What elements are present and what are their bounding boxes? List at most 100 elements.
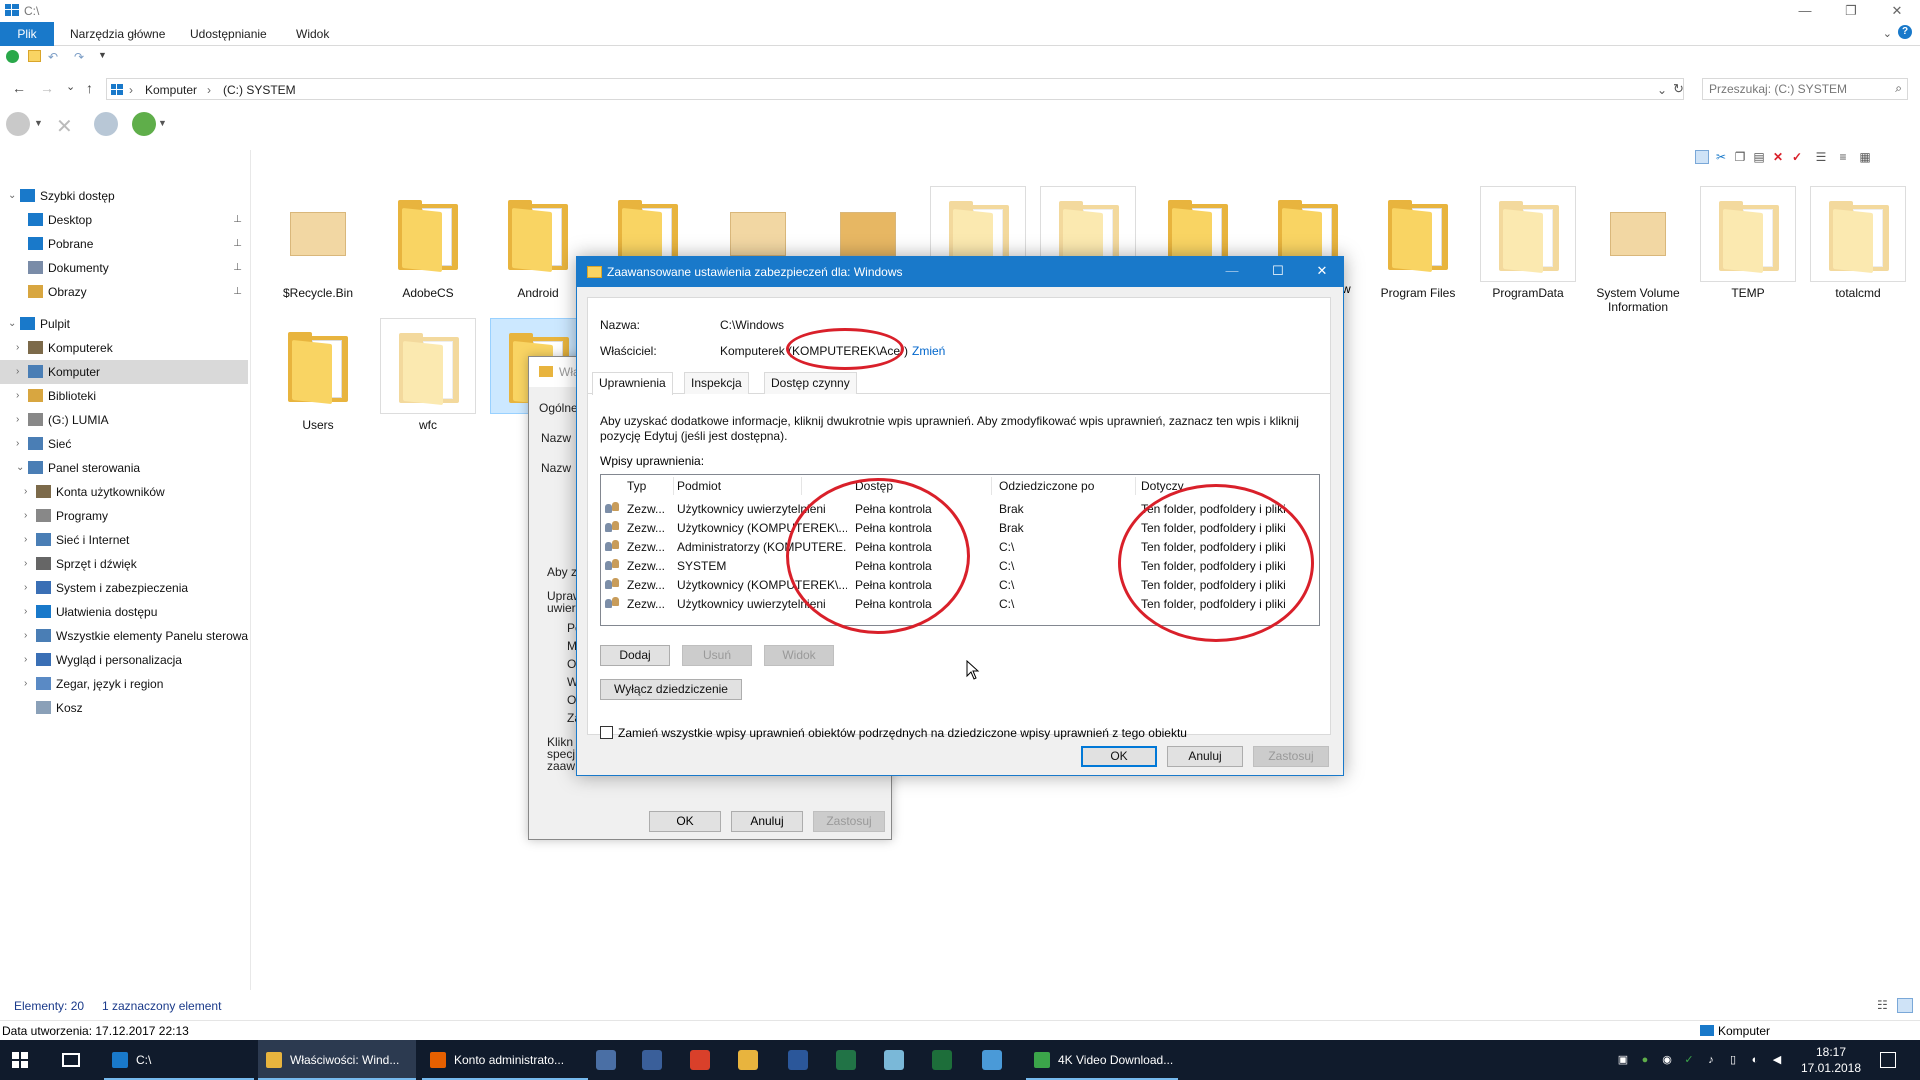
tray-icon[interactable]: ◐	[1748, 1053, 1762, 1067]
expand-chevron-icon[interactable]: ›	[16, 384, 19, 408]
taskbar-task-3[interactable]: 4K Video Download...	[1026, 1040, 1178, 1080]
details-view-icon[interactable]: ☷	[1877, 998, 1891, 1012]
column-separator[interactable]	[991, 477, 992, 495]
column-separator[interactable]	[1135, 477, 1136, 495]
excel-icon[interactable]	[836, 1050, 856, 1070]
forward-button[interactable]: →	[40, 80, 54, 96]
properties-cancel-button[interactable]: Anuluj	[731, 811, 803, 832]
table-row[interactable]: Zezw... Użytkownicy (KOMPUTEREK\... Pełna …	[601, 575, 1319, 594]
sync-icon[interactable]	[132, 112, 156, 136]
start-button[interactable]	[12, 1052, 28, 1068]
address-box[interactable]: › Komputer › (C:) SYSTEM ⌄ ↻	[106, 78, 1684, 100]
sidebar-item-17[interactable]: › Ułatwienia dostępu	[0, 600, 248, 624]
tab-share[interactable]: Udostępnianie	[178, 22, 279, 46]
back-circle-icon[interactable]	[6, 112, 30, 136]
paste-icon[interactable]: ▤	[1752, 150, 1766, 164]
sidebar-item-8[interactable]: › Biblioteki	[0, 384, 248, 408]
tab-effective-access[interactable]: Dostęp czynny	[764, 372, 857, 394]
file-item[interactable]: TEMP	[1700, 186, 1796, 300]
close-button[interactable]: ✕	[1874, 0, 1920, 22]
column-type[interactable]: Typ	[627, 479, 646, 493]
sidebar-item-7[interactable]: › Komputer	[0, 360, 248, 384]
tray-icon[interactable]: ◉	[1660, 1053, 1674, 1067]
column-separator[interactable]	[673, 477, 674, 495]
tab-permissions[interactable]: Uprawnienia	[592, 372, 673, 395]
customize-qat-icon[interactable]: ▼	[98, 50, 107, 60]
word-icon[interactable]	[788, 1050, 808, 1070]
file-item[interactable]: $Recycle.Bin	[270, 186, 366, 300]
permission-entries-list[interactable]: Typ Podmiot Dostęp Odziedziczone po Doty…	[600, 474, 1320, 626]
sidebar-item-11[interactable]: ⌄ Panel sterowania	[0, 456, 248, 480]
taskbar-task-0[interactable]: C:\	[104, 1040, 254, 1080]
column-access[interactable]: Dostęp	[855, 479, 893, 493]
change-owner-link[interactable]: Zmień	[912, 344, 945, 358]
help-icon[interactable]: ?	[1898, 25, 1912, 39]
refresh-icon[interactable]: ↻	[1673, 81, 1684, 97]
table-row[interactable]: Zezw... Użytkownicy (KOMPUTEREK\... Pełna …	[601, 518, 1319, 537]
file-item[interactable]: Program Files	[1370, 186, 1466, 300]
taskbar-task-2[interactable]: Konto administrato...	[422, 1040, 588, 1080]
delete-icon[interactable]: ✕	[1771, 150, 1785, 164]
volume-icon[interactable]: ◀	[1770, 1053, 1784, 1067]
remove-button[interactable]: Usuń	[682, 645, 752, 666]
sidebar-item-18[interactable]: › Wszystkie elementy Panelu sterowa	[0, 624, 248, 648]
replace-entries-label[interactable]: Zamień wszystkie wpisy uprawnień obiektó…	[618, 726, 1187, 740]
avast-icon[interactable]	[738, 1050, 758, 1070]
sidebar-item-9[interactable]: › (G:) LUMIA	[0, 408, 248, 432]
large-icons-view-icon[interactable]	[1897, 998, 1913, 1013]
expand-chevron-icon[interactable]: ›	[24, 648, 27, 672]
expand-chevron-icon[interactable]: ›	[24, 600, 27, 624]
add-button[interactable]: Dodaj	[600, 645, 670, 666]
list-icon[interactable]: ≡	[1836, 150, 1850, 164]
sidebar-item-14[interactable]: › Sieć i Internet	[0, 528, 248, 552]
restore-button[interactable]: ❐	[1828, 0, 1874, 22]
pin-icon[interactable]: ⊥	[233, 208, 242, 232]
network-tool-icon[interactable]	[932, 1050, 952, 1070]
expand-chevron-icon[interactable]: ›	[24, 528, 27, 552]
file-item[interactable]: Android	[490, 186, 586, 300]
pin-icon[interactable]: ⊥	[233, 280, 242, 304]
tab-home[interactable]: Narzędzia główne	[58, 22, 177, 46]
sidebar-item-13[interactable]: › Programy	[0, 504, 248, 528]
search-input[interactable]: Przeszukaj: (C:) SYSTEM ⌕	[1702, 78, 1908, 100]
column-separator[interactable]	[801, 477, 802, 495]
expand-chevron-icon[interactable]: ⌄	[8, 312, 16, 336]
properties-ok-button[interactable]: OK	[649, 811, 721, 832]
sidebar-item-21[interactable]: Kosz	[0, 696, 248, 720]
preview-pane-icon[interactable]	[1695, 150, 1709, 164]
table-row[interactable]: Zezw... Użytkownicy uwierzytelnieni Pełna …	[601, 499, 1319, 518]
calculator-icon[interactable]	[982, 1050, 1002, 1070]
table-row[interactable]: Zezw... Użytkownicy uwierzytelnieni Pełna …	[601, 594, 1319, 613]
expand-chevron-icon[interactable]: ›	[24, 576, 27, 600]
delete-x-icon[interactable]: ✕	[56, 114, 73, 139]
sidebar-item-16[interactable]: › System i zabezpieczenia	[0, 576, 248, 600]
tab-general[interactable]: Ogólne	[539, 401, 578, 415]
notifications-icon[interactable]	[1880, 1052, 1896, 1068]
details-icon[interactable]: ☰	[1814, 150, 1828, 164]
tab-auditing[interactable]: Inspekcja	[684, 372, 749, 394]
minimize-button[interactable]: —	[1782, 0, 1828, 22]
ok-button[interactable]: OK	[1081, 746, 1157, 767]
dialog-maximize-button[interactable]: ☐	[1255, 257, 1301, 287]
pin-icon[interactable]: ⊥	[233, 232, 242, 256]
up-button[interactable]: ↑	[86, 80, 93, 96]
folder-icon[interactable]	[28, 50, 41, 62]
expand-chevron-icon[interactable]: ›	[16, 360, 19, 384]
file-item[interactable]: Users	[270, 318, 366, 432]
expand-chevron-icon[interactable]: ›	[16, 408, 19, 432]
rename-icon[interactable]: ✓	[1790, 150, 1804, 164]
breadcrumb-drive[interactable]: (C:) SYSTEM	[223, 83, 296, 97]
copy-icon[interactable]: ❐	[1733, 150, 1747, 164]
tab-file[interactable]: Plik	[0, 22, 54, 46]
expand-chevron-icon[interactable]: ⌄	[8, 184, 16, 208]
task-view-icon[interactable]	[62, 1053, 80, 1067]
tray-icon[interactable]: ●	[1638, 1053, 1652, 1067]
tray-icon[interactable]: ✓	[1682, 1053, 1696, 1067]
sidebar-item-20[interactable]: › Zegar, język i region	[0, 672, 248, 696]
dialog-close-button[interactable]: ✕	[1299, 257, 1345, 287]
tab-view[interactable]: Widok	[284, 22, 341, 46]
ccleaner-icon[interactable]	[690, 1050, 710, 1070]
expand-chevron-icon[interactable]: ⌄	[16, 456, 24, 480]
disable-inheritance-button[interactable]: Wyłącz dziedziczenie	[600, 679, 742, 700]
sidebar-item-1[interactable]: Desktop ⊥	[0, 208, 248, 232]
